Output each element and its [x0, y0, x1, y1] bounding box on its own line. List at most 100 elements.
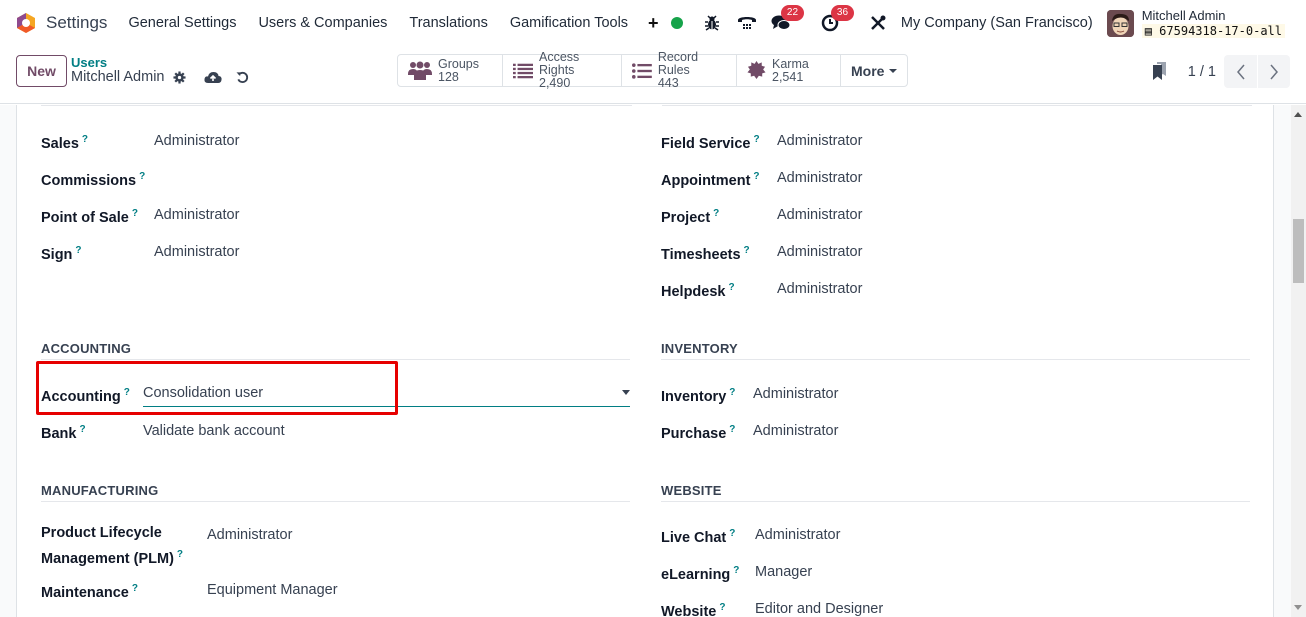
- field-service-value[interactable]: Administrator: [777, 133, 862, 149]
- divider: [41, 359, 630, 360]
- elearning-value[interactable]: Manager: [755, 564, 812, 580]
- help-tooltip-icon[interactable]: ?: [753, 134, 759, 145]
- timesheets-value[interactable]: Administrator: [777, 244, 862, 260]
- karma-value: 2,541: [772, 69, 804, 84]
- record-rules-smart-button[interactable]: Record Rules 443: [622, 51, 737, 90]
- pager-next-button[interactable]: [1257, 55, 1290, 88]
- divider: [41, 501, 630, 502]
- form-content: [0, 105, 1291, 617]
- help-tooltip-icon[interactable]: ?: [729, 528, 735, 539]
- pager-previous-button[interactable]: [1224, 55, 1257, 88]
- systray: 22 36 My Company (San Francisco) Mitchel…: [670, 0, 1306, 46]
- point-of-sale-value[interactable]: Administrator: [154, 207, 239, 223]
- database-label: ▤ 67594318-17-0-all: [1141, 23, 1285, 39]
- debug-bug-icon[interactable]: [703, 14, 721, 32]
- help-tooltip-icon[interactable]: ?: [79, 424, 85, 435]
- control-panel: New Users Mitchell Admin Groups 128 Acce…: [0, 46, 1306, 104]
- bookmark-icon[interactable]: [1153, 62, 1167, 80]
- more-dropdown-button[interactable]: More: [841, 55, 907, 86]
- sign-value[interactable]: Administrator: [154, 244, 239, 260]
- help-tooltip-icon[interactable]: ?: [132, 208, 138, 219]
- scroll-up-arrow-icon[interactable]: [1294, 112, 1302, 117]
- company-switcher[interactable]: My Company (San Francisco): [901, 15, 1093, 31]
- tools-icon[interactable]: [869, 14, 887, 32]
- menu-translations[interactable]: Translations: [409, 15, 487, 31]
- gear-icon[interactable]: [173, 71, 187, 84]
- bank-value[interactable]: Validate bank account: [143, 423, 285, 439]
- karma-label: Karma: [772, 56, 809, 71]
- chevron-left-icon: [1236, 64, 1245, 79]
- help-tooltip-icon[interactable]: ?: [753, 171, 759, 182]
- accounting-select-value: Consolidation user: [143, 385, 264, 401]
- scroll-down-arrow-icon[interactable]: [1294, 605, 1302, 610]
- point-of-sale-label: Point of Sale?: [41, 208, 138, 226]
- help-tooltip-icon[interactable]: ?: [713, 208, 719, 219]
- help-tooltip-icon[interactable]: ?: [139, 171, 145, 182]
- vertical-scrollbar[interactable]: [1291, 105, 1306, 617]
- access-rights-label: Access Rights: [539, 50, 580, 77]
- add-menu-icon[interactable]: +: [648, 13, 659, 34]
- live-chat-value[interactable]: Administrator: [755, 527, 840, 543]
- help-tooltip-icon[interactable]: ?: [124, 387, 130, 398]
- appointment-label: Appointment?: [661, 171, 760, 189]
- access-rights-count: 2,490: [539, 76, 571, 90]
- help-tooltip-icon[interactable]: ?: [728, 282, 734, 293]
- save-cloud-upload-icon[interactable]: [204, 71, 223, 84]
- project-value[interactable]: Administrator: [777, 207, 862, 223]
- messages-count-badge: 22: [780, 5, 805, 21]
- user-name: Mitchell Admin: [1141, 7, 1226, 23]
- breadcrumb-current: Mitchell Admin: [71, 69, 165, 85]
- activities-clock-icon[interactable]: 36: [821, 5, 855, 32]
- record-rules-count: 443: [657, 76, 679, 90]
- elearning-label: eLearning?: [661, 565, 740, 583]
- groups-count: 128: [438, 69, 459, 84]
- menu-general-settings[interactable]: General Settings: [128, 15, 236, 31]
- plm-value[interactable]: Administrator: [207, 527, 292, 543]
- discard-undo-icon[interactable]: [236, 71, 249, 84]
- bank-label: Bank?: [41, 424, 86, 442]
- breadcrumb-users-link[interactable]: Users: [71, 55, 249, 70]
- phone-icon[interactable]: [737, 14, 757, 32]
- help-tooltip-icon[interactable]: ?: [733, 565, 739, 576]
- database-icon: ▤: [1144, 23, 1152, 38]
- help-tooltip-icon[interactable]: ?: [729, 387, 735, 398]
- new-button[interactable]: New: [16, 55, 67, 87]
- sign-label: Sign?: [41, 245, 82, 263]
- user-menu[interactable]: Mitchell Admin ▤ 67594318-17-0-all: [1106, 7, 1285, 39]
- smart-buttons: Groups 128 Access Rights 2,490 Record Ru…: [397, 51, 909, 90]
- groups-smart-button[interactable]: Groups 128: [398, 55, 503, 86]
- brand: Settings: [15, 12, 128, 34]
- help-tooltip-icon[interactable]: ?: [177, 549, 183, 560]
- help-tooltip-icon[interactable]: ?: [132, 583, 138, 594]
- appointment-value[interactable]: Administrator: [777, 170, 862, 186]
- helpdesk-label: Helpdesk?: [661, 282, 735, 300]
- breadcrumb: Users Mitchell Admin: [71, 55, 249, 85]
- accounting-group-title: ACCOUNTING: [41, 341, 132, 356]
- sales-value[interactable]: Administrator: [154, 133, 239, 149]
- messages-icon[interactable]: 22: [771, 5, 805, 32]
- inventory-group-title: INVENTORY: [661, 341, 738, 356]
- chevron-right-icon: [1270, 64, 1278, 79]
- purchase-value[interactable]: Administrator: [753, 423, 838, 439]
- scrollbar-thumb[interactable]: [1293, 219, 1304, 283]
- timesheets-label: Timesheets?: [661, 245, 750, 263]
- presence-status-icon[interactable]: [670, 17, 683, 29]
- menu-users-companies[interactable]: Users & Companies: [258, 15, 387, 31]
- odoo-logo-icon[interactable]: [15, 12, 37, 34]
- list-icon: [513, 63, 533, 78]
- karma-smart-button[interactable]: Karma 2,541: [737, 55, 841, 86]
- help-tooltip-icon[interactable]: ?: [82, 134, 88, 145]
- help-tooltip-icon[interactable]: ?: [75, 245, 81, 256]
- menu-gamification-tools[interactable]: Gamification Tools: [510, 15, 628, 31]
- website-value[interactable]: Editor and Designer: [755, 601, 883, 617]
- pager-value[interactable]: 1 / 1: [1188, 64, 1216, 80]
- maintenance-value[interactable]: Equipment Manager: [207, 582, 338, 598]
- accounting-select[interactable]: Consolidation user: [143, 381, 630, 407]
- inventory-value[interactable]: Administrator: [753, 386, 838, 402]
- help-tooltip-icon[interactable]: ?: [729, 424, 735, 435]
- helpdesk-value[interactable]: Administrator: [777, 281, 862, 297]
- help-tooltip-icon[interactable]: ?: [719, 602, 725, 613]
- access-rights-smart-button[interactable]: Access Rights 2,490: [503, 51, 622, 90]
- app-title[interactable]: Settings: [46, 13, 107, 33]
- help-tooltip-icon[interactable]: ?: [744, 245, 750, 256]
